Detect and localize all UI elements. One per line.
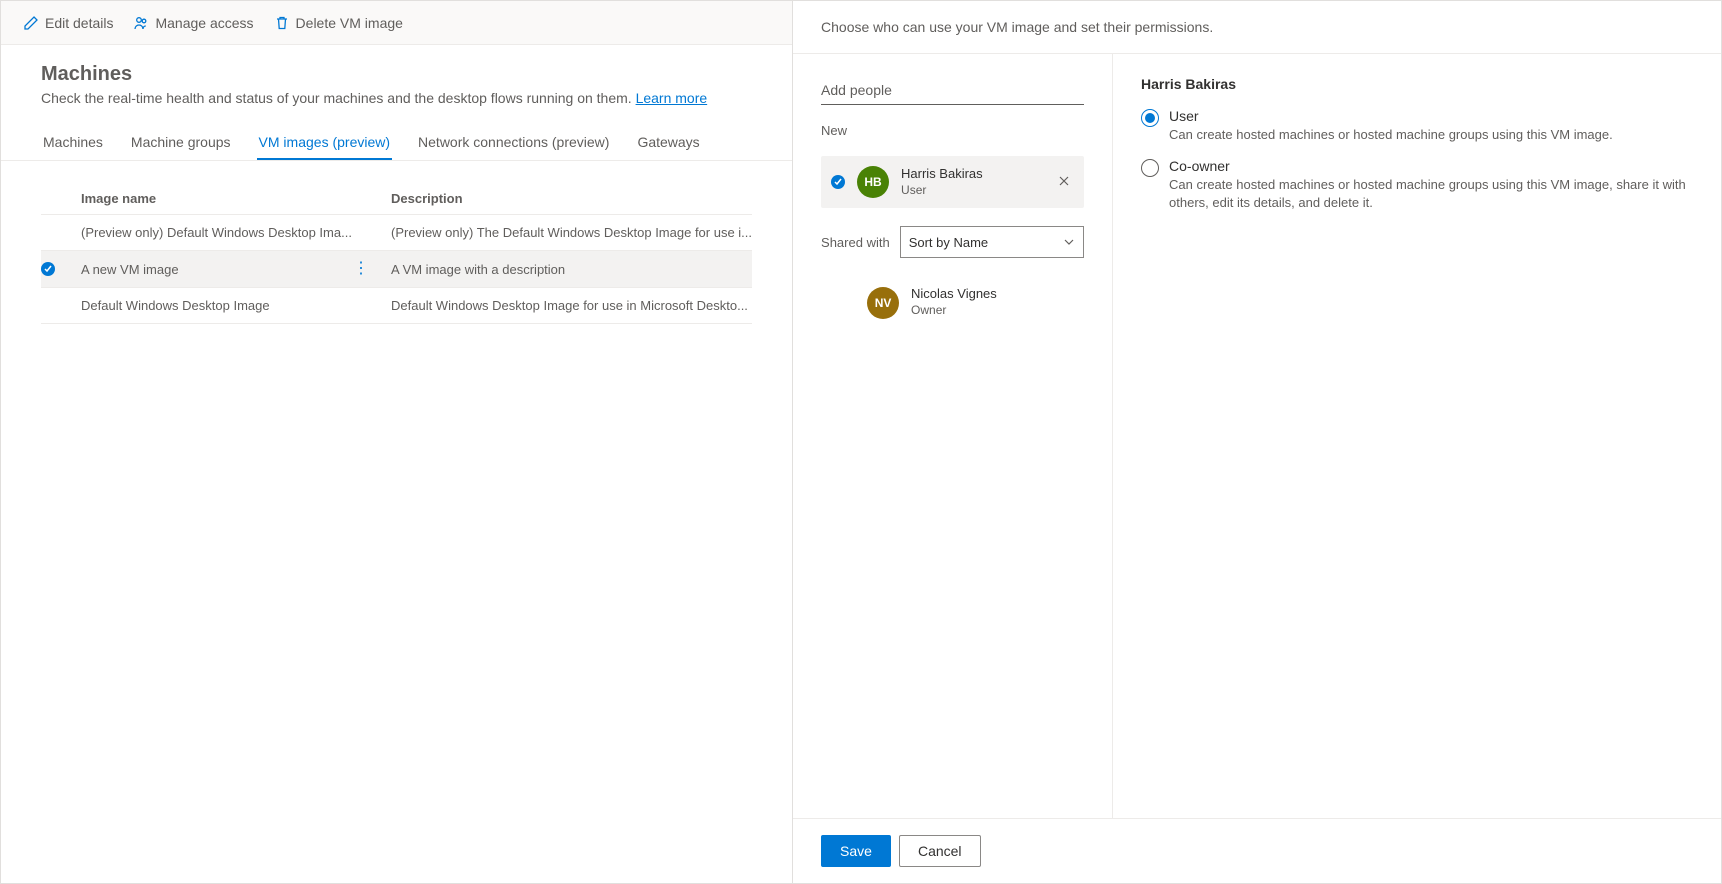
new-section-label: New xyxy=(821,123,1084,138)
panel-header: Choose who can use your VM image and set… xyxy=(793,1,1721,54)
sort-by-select[interactable]: Sort by Name xyxy=(900,226,1084,258)
table-header: Image name Description xyxy=(41,183,752,215)
table-row[interactable]: Default Windows Desktop Image Default Wi… xyxy=(41,288,752,324)
permission-option-coowner[interactable]: Co-owner Can create hosted machines or h… xyxy=(1141,158,1693,212)
row-check-icon[interactable] xyxy=(41,262,55,276)
tab-network-connections[interactable]: Network connections (preview) xyxy=(416,126,611,160)
command-bar: Edit details Manage access Delete VM ima… xyxy=(1,1,792,45)
tab-machines[interactable]: Machines xyxy=(41,126,105,160)
shared-with-label: Shared with xyxy=(821,235,890,250)
tabs: Machines Machine groups VM images (previ… xyxy=(1,106,792,161)
image-name-cell: Default Windows Desktop Image xyxy=(81,298,391,313)
tab-vm-images[interactable]: VM images (preview) xyxy=(257,126,392,160)
col-description[interactable]: Description xyxy=(391,191,752,206)
check-icon xyxy=(831,175,845,189)
image-name-cell: A new VM image xyxy=(81,262,179,277)
col-image-name[interactable]: Image name xyxy=(81,191,391,206)
avatar: HB xyxy=(857,166,889,198)
permission-desc: Can create hosted machines or hosted mac… xyxy=(1169,126,1613,144)
delete-vm-label: Delete VM image xyxy=(296,15,403,31)
radio-checked-icon xyxy=(1141,109,1159,127)
image-desc-cell: Default Windows Desktop Image for use in… xyxy=(391,298,752,313)
permission-option-user[interactable]: User Can create hosted machines or hoste… xyxy=(1141,108,1693,144)
image-desc-cell: A VM image with a description xyxy=(391,262,752,277)
tab-machine-groups[interactable]: Machine groups xyxy=(129,126,233,160)
add-people-input[interactable] xyxy=(821,76,1084,105)
avatar: NV xyxy=(867,287,899,319)
people-icon xyxy=(133,15,149,31)
permission-label: Co-owner xyxy=(1169,158,1693,174)
image-desc-cell: (Preview only) The Default Windows Deskt… xyxy=(391,225,752,240)
trash-icon xyxy=(274,15,290,31)
tab-gateways[interactable]: Gateways xyxy=(635,126,701,160)
page-title: Machines xyxy=(41,63,752,86)
edit-icon xyxy=(23,15,39,31)
manage-access-button[interactable]: Manage access xyxy=(123,9,263,37)
person-name: Nicolas Vignes xyxy=(911,286,997,303)
permissions-title: Harris Bakiras xyxy=(1141,76,1693,92)
person-role: Owner xyxy=(911,303,997,319)
permission-desc: Can create hosted machines or hosted mac… xyxy=(1169,176,1693,212)
table-row[interactable]: (Preview only) Default Windows Desktop I… xyxy=(41,215,752,251)
save-button[interactable]: Save xyxy=(821,835,891,867)
permission-label: User xyxy=(1169,108,1613,124)
manage-access-label: Manage access xyxy=(155,15,253,31)
learn-more-link[interactable]: Learn more xyxy=(636,90,708,106)
image-name-cell: (Preview only) Default Windows Desktop I… xyxy=(81,225,391,240)
cancel-button[interactable]: Cancel xyxy=(899,835,981,867)
remove-person-icon[interactable] xyxy=(1054,170,1074,194)
shared-person-row[interactable]: NV Nicolas Vignes Owner xyxy=(821,276,1084,318)
chevron-down-icon xyxy=(1063,236,1075,248)
radio-unchecked-icon xyxy=(1141,159,1159,177)
edit-details-label: Edit details xyxy=(45,15,113,31)
delete-vm-button[interactable]: Delete VM image xyxy=(264,9,413,37)
person-name: Harris Bakiras xyxy=(901,166,983,183)
new-person-card[interactable]: HB Harris Bakiras User xyxy=(821,156,1084,208)
table-row[interactable]: A new VM image ⋮ A VM image with a descr… xyxy=(41,251,752,288)
more-options-icon[interactable]: ⋮ xyxy=(351,261,371,277)
edit-details-button[interactable]: Edit details xyxy=(13,9,123,37)
page-subtitle: Check the real-time health and status of… xyxy=(41,90,752,106)
person-role: User xyxy=(901,183,983,199)
